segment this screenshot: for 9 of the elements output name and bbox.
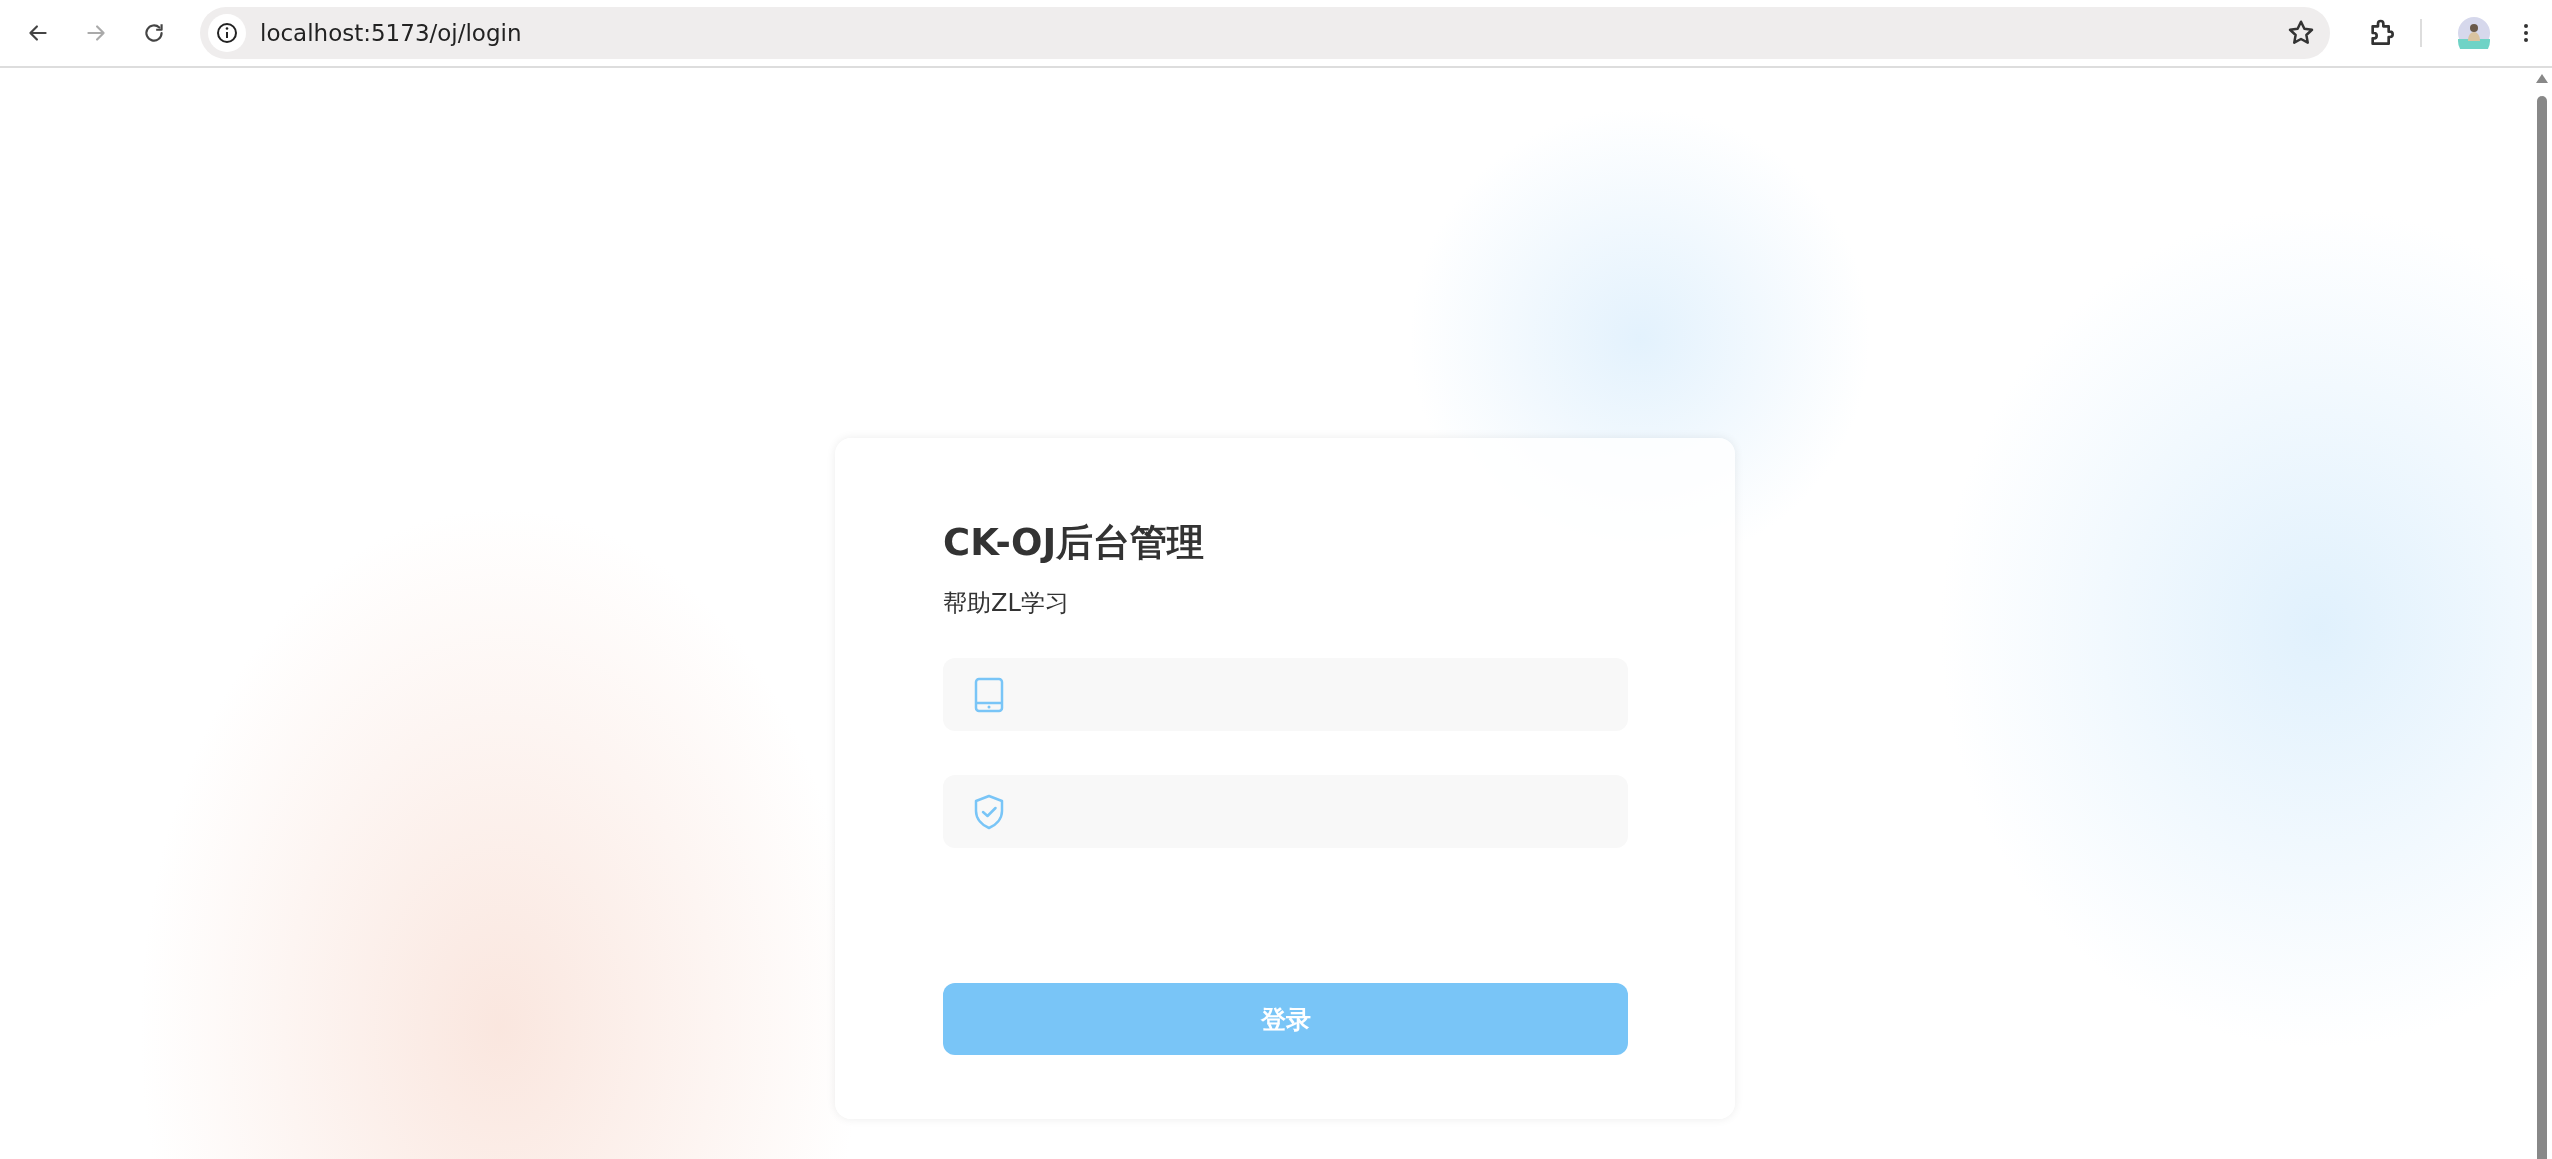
shield-icon [973, 793, 1005, 830]
address-bar[interactable]: localhost:5173/oj/login [200, 7, 2330, 59]
login-title: CK-OJ后台管理 [943, 520, 1206, 566]
avatar-icon[interactable] [2458, 17, 2490, 49]
password-field[interactable] [943, 775, 1628, 848]
account-field[interactable] [943, 658, 1628, 731]
login-subtitle: 帮助ZL学习 [943, 588, 1070, 619]
tablet-icon [973, 676, 1005, 713]
info-icon[interactable] [215, 21, 239, 45]
